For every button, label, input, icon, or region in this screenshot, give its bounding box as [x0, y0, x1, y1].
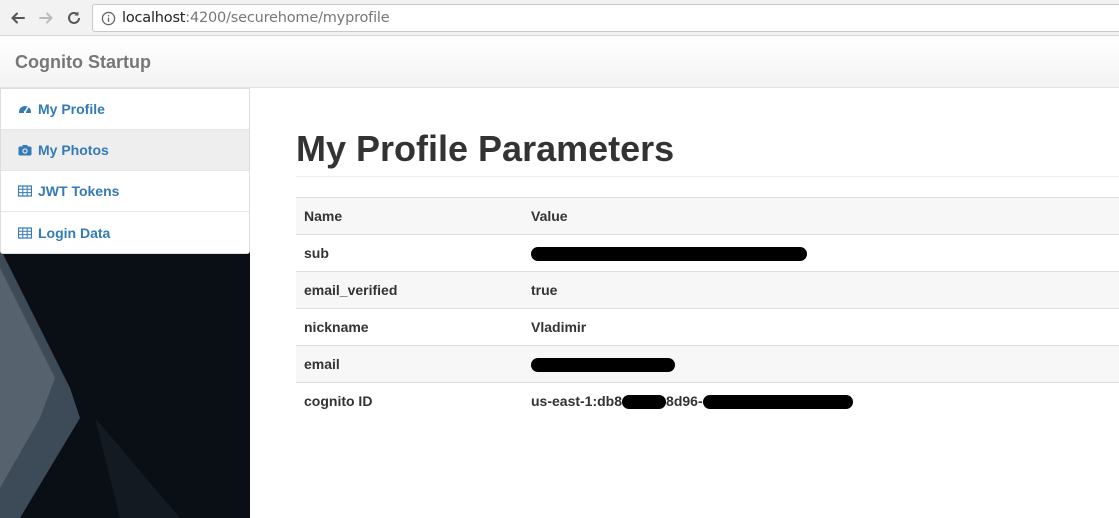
param-name: sub — [296, 234, 523, 272]
table-header-row: Name Value — [296, 197, 1119, 235]
column-header-name: Name — [296, 197, 523, 235]
brand-link[interactable]: Cognito Startup — [15, 52, 151, 73]
sidebar: My Profile My Photos JWT Tokens Login Da… — [0, 88, 250, 518]
param-name: nickname — [296, 308, 523, 346]
sidebar-item-label: My Photos — [38, 142, 109, 158]
table-row: sub — [296, 234, 1119, 272]
page-title: My Profile Parameters — [296, 128, 675, 169]
sidebar-item-my-photos[interactable]: My Photos — [1, 130, 249, 171]
param-value — [523, 234, 1119, 272]
url-text: localhost:4200/securehome/myprofile — [122, 10, 390, 26]
sidebar-menu: My Profile My Photos JWT Tokens Login Da… — [0, 88, 250, 254]
browser-toolbar: localhost:4200/securehome/myprofile — [0, 0, 1119, 36]
sidebar-item-my-profile[interactable]: My Profile — [1, 89, 249, 130]
sidebar-item-label: My Profile — [38, 101, 105, 117]
reload-button[interactable] — [62, 6, 86, 30]
main-content: My Profile Parameters Name Value sub ema… — [250, 88, 1119, 518]
url-path: :4200/securehome/myprofile — [185, 10, 390, 26]
param-value: Vladimir — [523, 308, 1119, 346]
info-icon[interactable] — [101, 11, 116, 26]
camera-icon — [18, 143, 32, 157]
app-navbar: Cognito Startup — [0, 37, 1119, 88]
address-bar[interactable]: localhost:4200/securehome/myprofile — [92, 4, 1119, 32]
reload-icon — [68, 11, 80, 24]
table-row: email_verified true — [296, 271, 1119, 309]
redaction-mark — [531, 358, 675, 373]
sidebar-item-jwt-tokens[interactable]: JWT Tokens — [1, 171, 249, 212]
param-name: cognito ID — [296, 382, 523, 420]
back-arrow-icon — [11, 12, 25, 24]
table-icon — [18, 226, 32, 240]
table-row: cognito ID us-east-1:db8 8d96- — [296, 382, 1119, 420]
redaction-mark — [702, 395, 853, 410]
param-value: true — [523, 271, 1119, 309]
table-row: nickname Vladimir — [296, 308, 1119, 346]
redaction-mark — [531, 247, 807, 262]
url-host: localhost — [122, 10, 186, 26]
sidebar-item-label: Login Data — [38, 224, 111, 241]
title-divider — [296, 176, 1119, 177]
back-button[interactable] — [6, 6, 30, 30]
sidebar-item-label: JWT Tokens — [38, 183, 120, 199]
cognito-id-prefix: us-east-1:db8 — [531, 393, 623, 410]
dashboard-icon — [18, 102, 32, 116]
profile-table: Name Value sub email_verified true nickn… — [296, 197, 1119, 420]
forward-arrow-icon — [39, 12, 53, 24]
cognito-id-mid: 8d96- — [666, 393, 703, 410]
param-name: email_verified — [296, 271, 523, 309]
redaction-mark — [622, 395, 667, 410]
param-value — [523, 345, 1119, 383]
sidebar-item-login-data[interactable]: Login Data — [1, 212, 249, 253]
table-row: email — [296, 345, 1119, 383]
param-value: us-east-1:db8 8d96- — [523, 382, 1119, 420]
param-name: email — [296, 345, 523, 383]
column-header-value: Value — [523, 197, 1119, 235]
forward-button[interactable] — [34, 6, 58, 30]
table-icon — [18, 184, 32, 198]
